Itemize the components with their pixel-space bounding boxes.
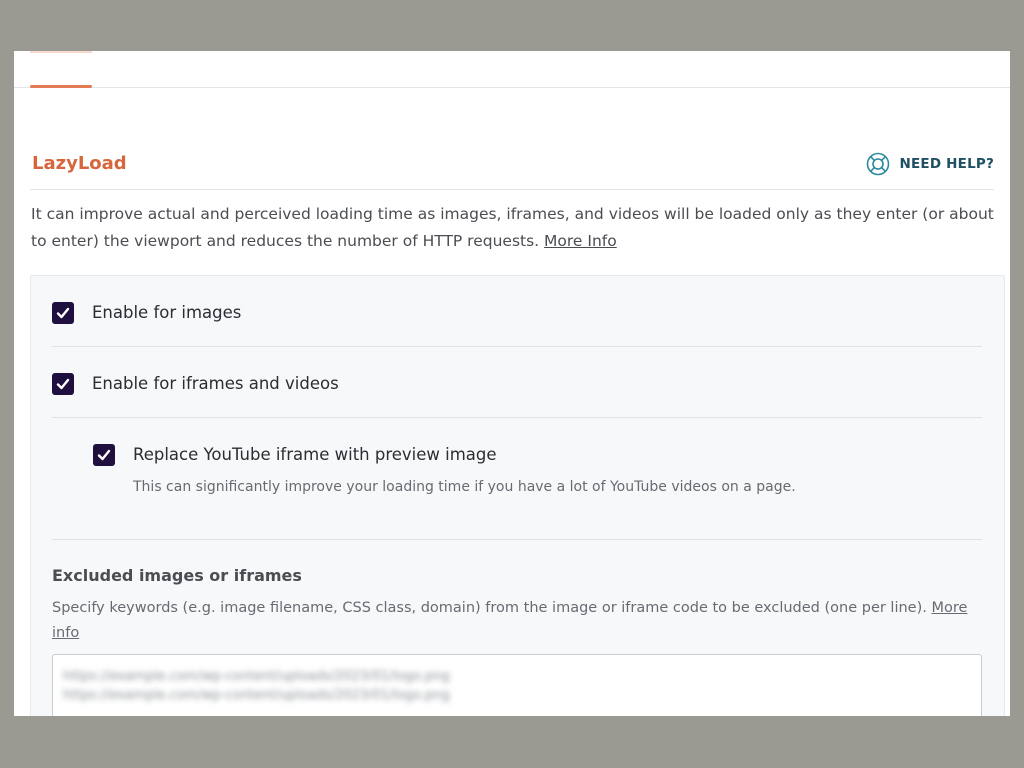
- checkmark-icon: [97, 449, 111, 461]
- enable-images-checkbox[interactable]: [52, 302, 74, 324]
- replace-youtube-label[interactable]: Replace YouTube iframe with preview imag…: [133, 445, 497, 464]
- checkmark-icon: [56, 307, 70, 319]
- section-title: LazyLoad: [32, 153, 127, 174]
- section-description: It can improve actual and perceived load…: [31, 201, 1001, 255]
- active-tab-indicator[interactable]: [30, 85, 92, 88]
- checkmark-icon: [56, 378, 70, 390]
- enable-iframes-videos-checkbox[interactable]: [52, 373, 74, 395]
- divider: [52, 417, 982, 418]
- need-help-label: NEED HELP?: [899, 156, 994, 172]
- divider: [52, 346, 982, 347]
- tab-strip: [14, 51, 1010, 88]
- lazyload-options-fieldset: Enable for images Enable for iframes and…: [30, 275, 1005, 716]
- settings-panel: LazyLoad NEED HELP? It can improve actua…: [14, 51, 1010, 716]
- enable-iframes-videos-label[interactable]: Enable for iframes and videos: [92, 374, 339, 393]
- excluded-keywords-textarea[interactable]: https://example.com/wp-content/uploads/2…: [53, 655, 981, 716]
- section-description-text: It can improve actual and perceived load…: [31, 205, 994, 250]
- more-info-link[interactable]: More Info: [544, 232, 617, 250]
- section-header: LazyLoad NEED HELP?: [30, 139, 994, 190]
- replace-youtube-checkbox[interactable]: [93, 444, 115, 466]
- excluded-field-description-text: Specify keywords (e.g. image filename, C…: [52, 600, 927, 616]
- lifebuoy-icon: [866, 152, 890, 176]
- replace-youtube-help: This can significantly improve your load…: [133, 479, 796, 495]
- need-help-link[interactable]: NEED HELP?: [866, 152, 995, 176]
- excluded-field-title: Excluded images or iframes: [52, 566, 302, 585]
- excluded-textarea-box: https://example.com/wp-content/uploads/2…: [52, 654, 982, 716]
- divider: [52, 539, 982, 540]
- enable-images-label[interactable]: Enable for images: [92, 303, 241, 322]
- excluded-field-description: Specify keywords (e.g. image filename, C…: [52, 596, 972, 646]
- active-tab-top-border: [30, 51, 92, 53]
